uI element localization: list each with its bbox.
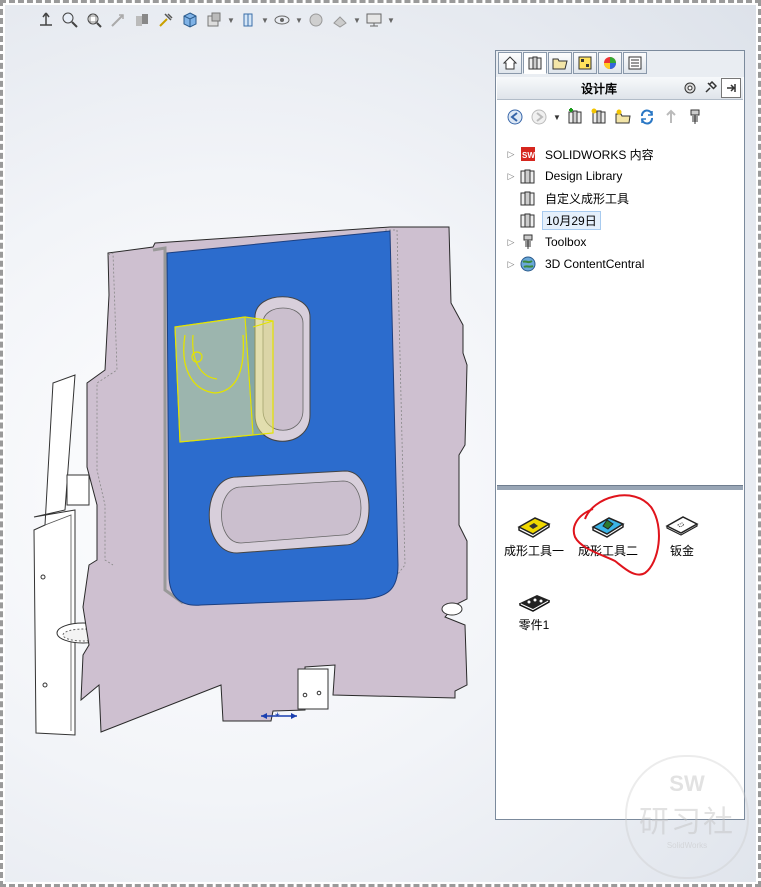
tree-item-custom-forming-tools[interactable]: 自定义成形工具 bbox=[504, 187, 740, 209]
svg-text:*: * bbox=[275, 710, 280, 724]
toolbox-icon bbox=[518, 233, 538, 251]
expand-arrow-icon[interactable]: ▷ bbox=[504, 237, 518, 248]
design-library-tree: ▷ SW SOLIDWORKS 内容 ▷ Design Library 自定义成… bbox=[504, 143, 740, 275]
tree-item-solidworks-content[interactable]: ▷ SW SOLIDWORKS 内容 bbox=[504, 143, 740, 165]
tree-item-label: SOLIDWORKS 内容 bbox=[545, 147, 654, 162]
add-to-library-icon[interactable] bbox=[565, 107, 585, 127]
expand-arrow-icon[interactable]: ▷ bbox=[504, 171, 518, 182]
task-pane-title: 设计库 bbox=[580, 81, 617, 96]
part-icon bbox=[499, 579, 569, 613]
watermark-logo: SW 研习社 SolidWorks bbox=[625, 755, 749, 879]
task-pane-tabs bbox=[496, 51, 744, 77]
file-explorer-icon[interactable] bbox=[548, 52, 572, 74]
library-item-part-1[interactable]: 零件1 bbox=[499, 579, 569, 633]
tree-item-toolbox[interactable]: ▷ Toolbox bbox=[504, 231, 740, 253]
task-pane-titlebar: 设计库 bbox=[497, 77, 743, 100]
expand-arrow-icon[interactable]: ▷ bbox=[504, 149, 518, 160]
solidworks-content-icon: SW bbox=[518, 145, 538, 163]
tree-item-3d-contentcentral[interactable]: ▷ 3D ContentCentral bbox=[504, 253, 740, 275]
library-folder-icon bbox=[518, 189, 538, 207]
watermark-line1: SW bbox=[669, 771, 705, 796]
design-library-icon[interactable] bbox=[523, 52, 547, 74]
forming-tool-preview bbox=[174, 316, 274, 443]
options-gear-icon[interactable] bbox=[681, 79, 699, 97]
library-folder-icon bbox=[518, 211, 538, 229]
annotation-circle bbox=[572, 494, 660, 576]
appearances-icon[interactable] bbox=[598, 52, 622, 74]
task-pane: 设计库 ▼ ▷ SW SOLIDWORKS 内容 ▷ Design Librar… bbox=[495, 50, 745, 820]
back-icon[interactable] bbox=[505, 107, 525, 127]
add-file-location-icon[interactable] bbox=[589, 107, 609, 127]
collapse-pane-icon[interactable] bbox=[721, 78, 741, 98]
library-item-forming-tool-1[interactable]: 成形工具一 bbox=[499, 505, 569, 559]
watermark-line2: 研习社 bbox=[639, 805, 735, 840]
toolbox-icon[interactable] bbox=[685, 107, 705, 127]
tree-item-design-library[interactable]: ▷ Design Library bbox=[504, 165, 740, 187]
tree-item-label: Design Library bbox=[545, 169, 623, 183]
tree-item-oct-29[interactable]: 10月29日 bbox=[504, 209, 740, 231]
forming-tool-icon bbox=[499, 505, 569, 539]
home-icon[interactable] bbox=[498, 52, 522, 74]
tree-item-label: 3D ContentCentral bbox=[545, 257, 645, 271]
design-library-toolbar: ▼ bbox=[497, 104, 751, 130]
svg-text:SW: SW bbox=[522, 151, 535, 160]
library-item-label: 成形工具一 bbox=[503, 544, 564, 558]
up-one-level-icon[interactable] bbox=[661, 107, 681, 127]
forward-icon[interactable] bbox=[529, 107, 549, 127]
watermark-line3: SolidWorks bbox=[666, 841, 708, 850]
view-palette-icon[interactable] bbox=[573, 52, 597, 74]
expand-arrow-icon[interactable]: ▷ bbox=[504, 259, 518, 270]
sheet-metal-part-model[interactable]: * bbox=[5, 5, 505, 765]
tree-item-label: 10月29日 bbox=[542, 210, 601, 230]
create-new-folder-icon[interactable] bbox=[613, 107, 633, 127]
pin-icon[interactable] bbox=[701, 79, 719, 97]
graphics-area[interactable]: ▼ ▼ ▼ ▼ ▼ * 设计库 ▼ ▷ SW SOLIDWORKS 内容 ▷ D… bbox=[5, 5, 756, 882]
custom-properties-icon[interactable] bbox=[623, 52, 647, 74]
refresh-icon[interactable] bbox=[637, 107, 657, 127]
library-item-label: 零件1 bbox=[518, 618, 550, 632]
chevron-down-icon[interactable]: ▼ bbox=[553, 113, 561, 122]
tree-item-label: 自定义成形工具 bbox=[545, 191, 630, 206]
tree-item-label: Toolbox bbox=[545, 235, 587, 249]
globe-icon bbox=[518, 255, 538, 273]
library-folder-icon bbox=[518, 167, 538, 185]
